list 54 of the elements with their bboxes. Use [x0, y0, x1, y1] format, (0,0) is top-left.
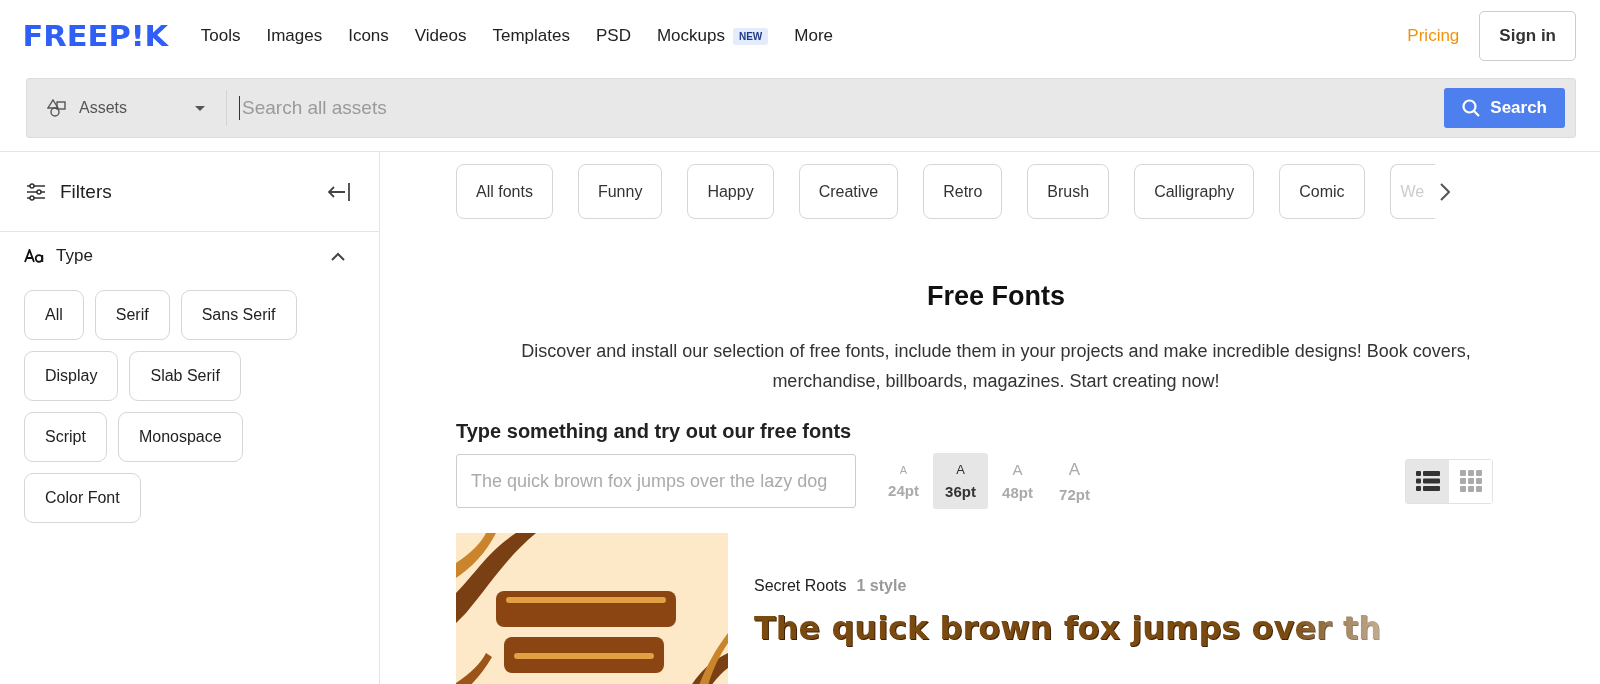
tester-title: Type something and try out our free fonts [456, 420, 853, 443]
caret-icon [194, 104, 206, 112]
category-chip[interactable]: Retro [923, 164, 1003, 219]
category-chip[interactable]: Calligraphy [1134, 164, 1255, 219]
type-filter-chip[interactable]: Display [24, 351, 119, 401]
asset-type-dropdown[interactable]: Assets [27, 90, 227, 126]
type-filter-chip[interactable]: Color Font [24, 473, 141, 523]
font-name[interactable]: Secret Roots [754, 577, 847, 595]
category-chip[interactable]: Creative [798, 164, 899, 219]
size-option[interactable]: A 36pt [933, 453, 988, 509]
nav-link[interactable]: Templates [492, 26, 570, 46]
type-section-title: Type [56, 246, 94, 266]
category-chip[interactable]: Comic [1279, 164, 1365, 219]
chevron-icon [331, 251, 345, 261]
chevron-right-icon [1439, 182, 1450, 201]
font-type-icon [24, 249, 44, 263]
type-filter-chip[interactable]: Slab Serif [129, 351, 241, 401]
next-button[interactable] [1439, 182, 1450, 201]
category-chip[interactable]: All fonts [456, 164, 553, 219]
type-filter-chip[interactable]: All [24, 290, 84, 340]
type-filter-chip[interactable]: Script [24, 412, 107, 462]
nav-link[interactable]: PSD [595, 26, 631, 46]
search-icon [1462, 99, 1481, 117]
list-view-button[interactable] [1406, 459, 1449, 503]
font-preview-text: The quick brown fox jumps over th [754, 609, 1382, 647]
filters-title: Filters [60, 180, 113, 203]
category-chip[interactable]: Brush [1027, 164, 1110, 219]
grid-view-icon [1459, 470, 1482, 492]
nav-link[interactable]: Videos [414, 26, 467, 46]
collapse-sidebar-button[interactable] [327, 181, 351, 202]
nav-link[interactable]: Icons [348, 26, 389, 46]
search-button[interactable]: Search [1444, 88, 1565, 128]
category-chip[interactable]: Happy [687, 164, 774, 219]
nav-link[interactable]: Mockups NEW [656, 26, 769, 46]
preview-text-field[interactable]: The quick brown fox jumps over the lazy dog [456, 454, 856, 508]
search-field[interactable]: Search all assets [239, 96, 1445, 120]
sign-in-button[interactable]: Sign in [1479, 11, 1576, 61]
nav-link[interactable]: Images [266, 26, 323, 46]
intro-text: Discover and install our selection of free fonts, include them in your projects and make incredible designs! Book covers, merchandise, billboards, magazines. Start creating now! [520, 340, 1472, 393]
search-bar[interactable]: Assets Search all assets Search [26, 78, 1576, 138]
page-title: Free Fonts [926, 281, 1066, 312]
type-filter-chip[interactable]: Monospace [117, 412, 243, 462]
sliders-icon [26, 182, 46, 201]
new-badge: NEW [732, 27, 769, 45]
shapes-icon [47, 99, 67, 117]
type-filter-chip[interactable]: Sans Serif [180, 290, 297, 340]
list-view-icon [1415, 471, 1440, 491]
logo[interactable]: FREEP!K [22, 19, 169, 53]
nav-link[interactable]: Tools [200, 26, 241, 46]
style-count: 1 style [856, 577, 907, 595]
type-filter-chip[interactable]: Serif [94, 290, 170, 340]
arrow-to-line-icon [327, 181, 351, 202]
nav-link[interactable]: More [794, 26, 834, 46]
category-chip[interactable]: Funny [577, 164, 663, 219]
